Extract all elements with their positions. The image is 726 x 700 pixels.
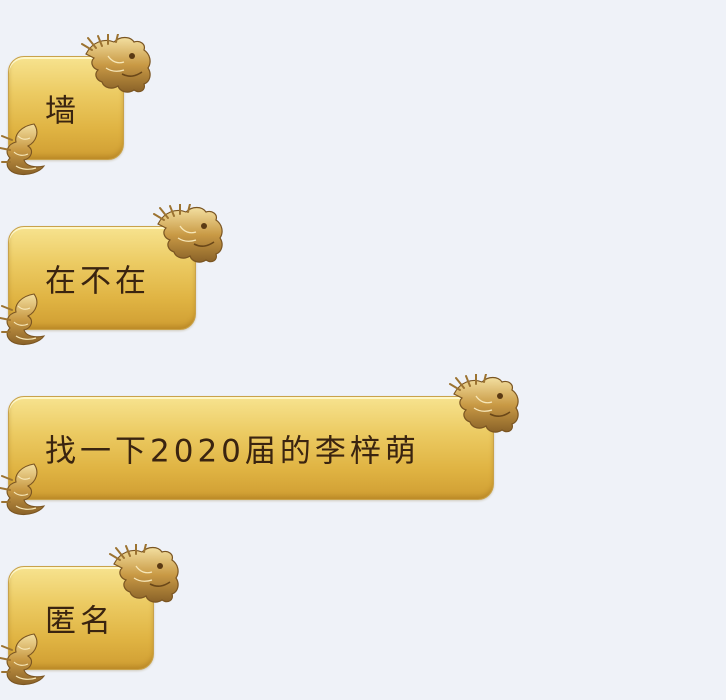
gold-dragon-tail-icon <box>0 292 48 346</box>
gold-dragon-head-icon <box>150 204 226 266</box>
gold-dragon-head-icon <box>446 374 522 436</box>
gold-dragon-head-icon <box>106 544 182 606</box>
gold-dragon-tail-icon <box>0 122 48 176</box>
gold-dragon-tail-icon <box>0 632 48 686</box>
message-bubble[interactable]: 找一下2020届的李梓萌 <box>8 396 494 500</box>
message-text: 匿名 <box>45 603 115 640</box>
message-text: 找一下2020届的李梓萌 <box>45 433 420 470</box>
gold-dragon-head-icon <box>78 34 154 96</box>
message-text: 墙 <box>45 93 80 130</box>
gold-dragon-tail-icon <box>0 462 48 516</box>
message-text: 在不在 <box>45 263 150 300</box>
